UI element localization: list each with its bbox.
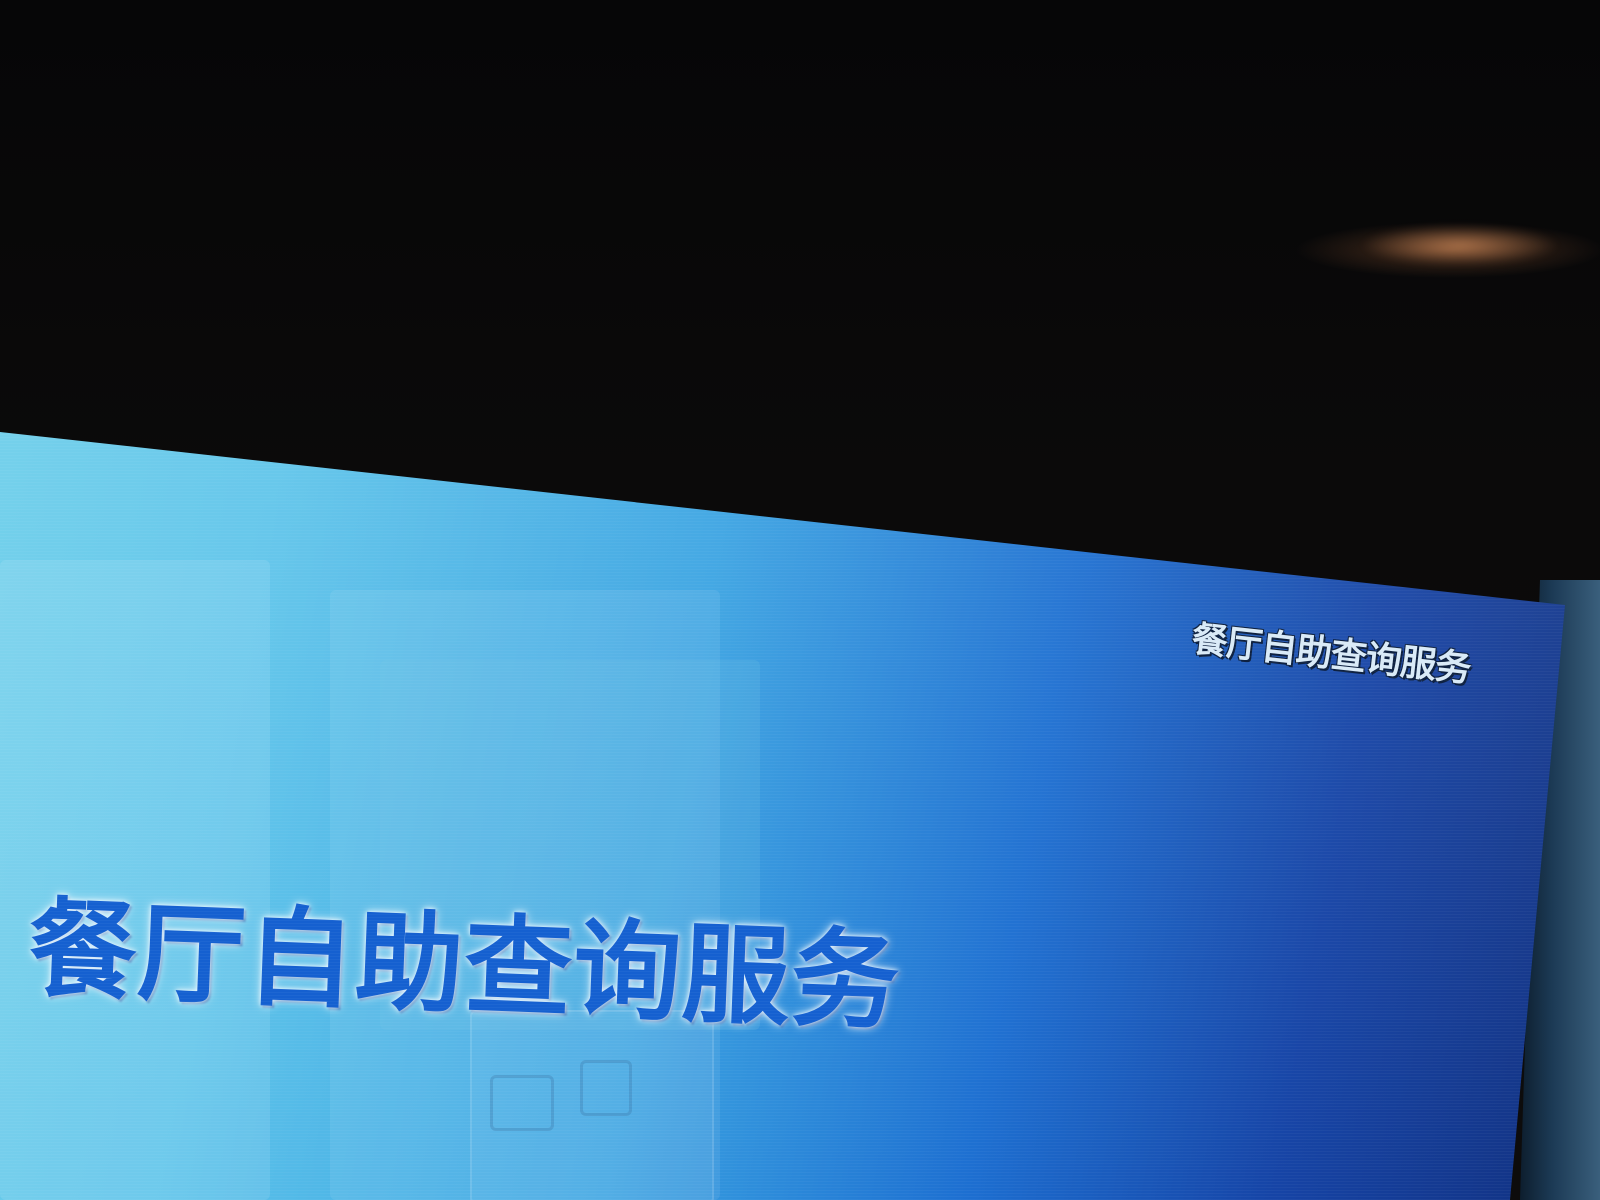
main-title[interactable]: 餐厅自助查询服务 [26, 862, 903, 1051]
photo-frame: 餐厅自助查询服务 餐厅自助查询服务 [0, 0, 1600, 1200]
background-device-icon [490, 1075, 554, 1131]
header-title: 餐厅自助查询服务 [1189, 617, 1473, 691]
kiosk-screen: 餐厅自助查询服务 餐厅自助查询服务 [0, 432, 1565, 1200]
background-device-icon [580, 1060, 632, 1116]
light-reflection [1360, 225, 1560, 265]
